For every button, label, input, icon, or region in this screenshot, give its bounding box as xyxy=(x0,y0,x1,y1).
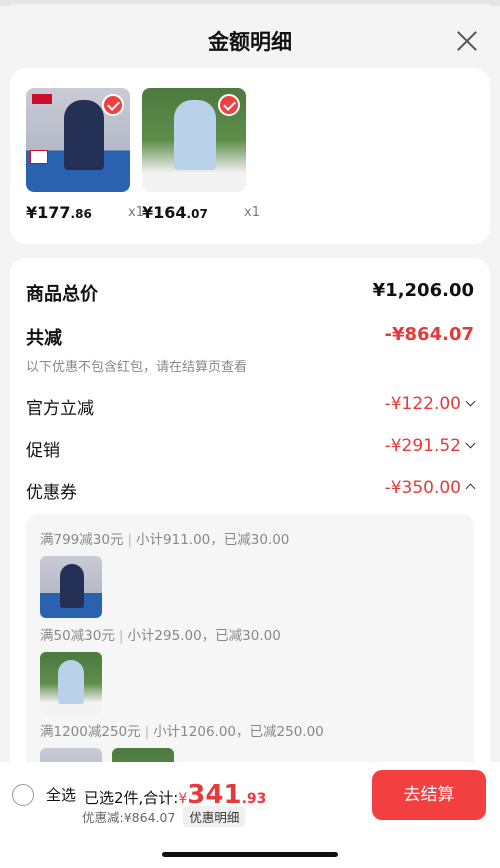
total-value: ¥1,206.00 xyxy=(372,280,474,301)
promotion-row[interactable]: 促销 -¥291.52 xyxy=(26,436,476,464)
chevron-up-icon[interactable] xyxy=(465,483,476,494)
product-price: ¥177.86 xyxy=(26,203,92,222)
sheet-header: 金额明细 xyxy=(0,12,500,66)
gift-box-image xyxy=(30,150,48,164)
coupon-row[interactable]: 优惠券 -¥350.00 xyxy=(26,478,476,506)
discount-detail-button[interactable]: 优惠明细 xyxy=(183,806,246,827)
product-image[interactable] xyxy=(142,88,246,192)
chevron-down-icon[interactable] xyxy=(465,396,476,407)
official-discount-label: 官方立减 xyxy=(26,399,94,419)
official-discount-row[interactable]: 官方立减 -¥122.00 xyxy=(26,394,476,422)
product-quantity: x1 xyxy=(244,205,260,220)
checkout-button[interactable]: 去结算 xyxy=(372,770,486,820)
coupon-product-thumbnail xyxy=(40,652,102,714)
product-price-row: ¥164.07 x1 xyxy=(142,203,260,225)
chevron-down-icon[interactable] xyxy=(465,438,476,449)
model-figure xyxy=(60,564,84,608)
discount-summary: 优惠减:¥864.07 优惠明细 xyxy=(82,806,246,827)
close-icon[interactable] xyxy=(454,28,480,54)
coupon-product-thumbnail xyxy=(40,556,102,618)
select-all-label[interactable]: 全选 xyxy=(46,784,76,805)
reduce-label: 共减 xyxy=(26,328,62,349)
official-discount-value: -¥122.00 xyxy=(385,394,476,414)
model-figure xyxy=(174,100,216,170)
reduce-value: -¥864.07 xyxy=(384,324,474,345)
coupon-rule-line: 满1200减250元 | 小计1206.00，已减250.00 xyxy=(40,724,324,740)
brand-logo xyxy=(32,94,52,104)
select-all-radio[interactable] xyxy=(12,784,34,806)
checked-icon[interactable] xyxy=(218,94,240,116)
total-label: 商品总价 xyxy=(26,284,98,305)
promotion-value: -¥291.52 xyxy=(385,436,476,456)
coupon-rule-line: 满50减30元 | 小计295.00，已减30.00 xyxy=(40,628,281,644)
total-row: 商品总价 ¥1,206.00 xyxy=(26,280,474,308)
model-figure xyxy=(58,660,84,704)
coupon-rule-line: 满799减30元 | 小计911.00，已减30.00 xyxy=(40,532,290,548)
amount-detail-sheet: 金额明细 ¥177.86 x1 ¥164.07 x1 商品总价 ¥1,206.0… xyxy=(0,4,500,868)
checked-icon[interactable] xyxy=(102,94,124,116)
product-price: ¥164.07 xyxy=(142,203,208,222)
products-card: ¥177.86 x1 ¥164.07 x1 xyxy=(10,68,490,244)
reduce-row: 共减 -¥864.07 xyxy=(26,324,474,352)
promotion-label: 促销 xyxy=(26,441,60,461)
discount-note: 以下优惠不包含红包，请在结算页查看 xyxy=(26,360,248,375)
sheet-title: 金额明细 xyxy=(208,30,292,54)
model-figure xyxy=(64,100,104,170)
coupon-label: 优惠券 xyxy=(26,483,77,503)
home-indicator xyxy=(162,852,338,857)
coupon-value: -¥350.00 xyxy=(385,478,476,498)
product-price-row: ¥177.86 x1 xyxy=(26,203,144,225)
product-image[interactable] xyxy=(26,88,130,192)
